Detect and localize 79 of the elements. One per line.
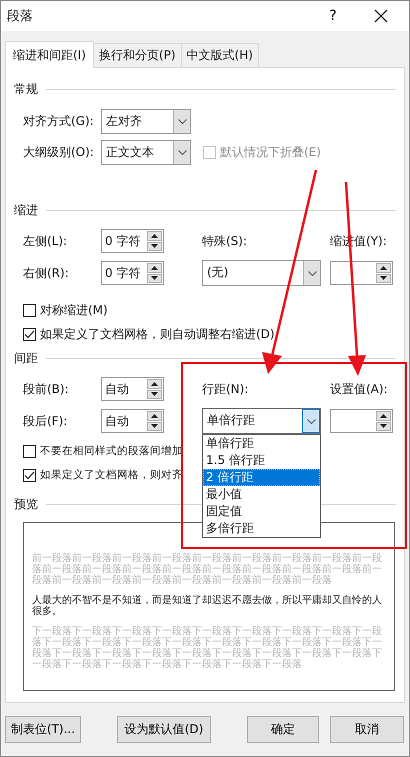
field-label: 右侧(R):	[23, 264, 70, 282]
checkbox[interactable]	[23, 328, 36, 340]
help-button[interactable]: ?	[313, 1, 353, 31]
dialog-button[interactable]: 设为默认值(D)	[117, 716, 211, 743]
checkbox-label: 对称缩进(M)	[40, 302, 108, 318]
down-arrow-icon	[151, 392, 158, 396]
dropdown-option[interactable]: 单倍行距	[203, 435, 320, 452]
chevron-down-icon	[178, 119, 186, 124]
spin-up-button[interactable]	[147, 379, 162, 388]
field-label: 对齐方式(G):	[23, 113, 95, 130]
field-label: 段后(F):	[23, 412, 68, 430]
spin-down-button[interactable]	[147, 242, 162, 251]
spin-field[interactable]: 0 字符	[101, 261, 164, 285]
window-title: 段落	[7, 8, 34, 25]
spin-up-button[interactable]	[147, 263, 162, 272]
spin-down-button[interactable]	[147, 422, 162, 431]
up-arrow-icon	[380, 414, 387, 418]
dropdown[interactable]: 左对齐	[101, 109, 191, 134]
dialog-button[interactable]: 确定	[247, 716, 319, 743]
chevron-down-icon	[178, 150, 186, 155]
field-label: 设置值(A):	[330, 380, 389, 398]
down-arrow-icon	[380, 276, 387, 280]
up-arrow-icon	[151, 382, 158, 386]
checkbox-label: 默认情况下折叠(E)	[220, 144, 321, 161]
preview-text: 下一段落下一段落下一段落下一段落下一段落下一段落下一段落下一段落下一段落下一段落下一段落下一段落下一段落下一段落下一段落下一段落下一段落下一段落下一段落下一段落下一段落下一段落下一段落下一段落下一段落下一段落下一段落下一段落下一段落下一段落下一段落下一段落下一段落	[32, 626, 383, 670]
down-arrow-icon	[380, 424, 387, 428]
up-arrow-icon	[151, 234, 158, 238]
spin-field[interactable]	[330, 409, 393, 433]
spin-field[interactable]	[330, 261, 393, 285]
dropdown-option[interactable]: 多倍行距	[203, 520, 320, 537]
up-arrow-icon	[151, 414, 158, 418]
field-label: 大纲级别(O):	[23, 144, 95, 161]
section-heading: 间距	[14, 350, 38, 366]
preview-text: 前一段落前一段落前一段落前一段落前一段落前一段落前一段落前一段落前一段落前一段落前一段落前一段落前一段落前一段落前一段落前一段落前一段落前一段落前一段落前一段落前一段落前一段落前一段落前一段落前一段落	[32, 553, 383, 586]
tab[interactable]: 缩进和间距(I)	[5, 41, 94, 68]
section-heading: 缩进	[14, 202, 38, 218]
dropdown-option[interactable]: 最小值	[203, 486, 320, 503]
checkbox-label: 如果定义了文档网格，则对齐	[40, 468, 183, 482]
spin-down-button[interactable]	[147, 274, 162, 283]
checkbox[interactable]	[23, 444, 36, 458]
checkbox-label: 如果定义了文档网格，则自动调整右缩进(D)	[40, 326, 275, 342]
checkbox[interactable]	[23, 468, 36, 482]
dialog-button[interactable]: 取消	[330, 716, 404, 743]
dropdown-option[interactable]: 2 倍行距	[203, 469, 320, 486]
field-label: 左侧(L):	[23, 232, 68, 250]
close-icon	[374, 9, 388, 23]
checkbox[interactable]	[23, 304, 36, 316]
field-label: 特殊(S):	[202, 232, 248, 250]
spin-up-button[interactable]	[376, 411, 391, 420]
down-arrow-icon	[151, 244, 158, 248]
spin-up-button[interactable]	[376, 263, 391, 272]
checkmark-icon	[24, 470, 35, 480]
dropdown-option[interactable]: 固定值	[203, 503, 320, 520]
dropdown[interactable]: 正文文本	[101, 140, 191, 165]
spin-field[interactable]: 0 字符	[101, 229, 164, 253]
up-arrow-icon	[380, 266, 387, 270]
spin-up-button[interactable]	[147, 411, 162, 420]
spin-up-button[interactable]	[147, 231, 162, 240]
chevron-down-icon	[308, 270, 316, 276]
dropdown[interactable]: (无)	[202, 260, 321, 286]
preview-text: 人最大的不智不是不知道，而是知道了却迟迟不愿去做，所以平庸却又自怜的人很多。	[32, 595, 383, 617]
tab[interactable]: 中文版式(H)	[180, 43, 259, 67]
chevron-down-icon	[306, 418, 316, 424]
spin-field[interactable]: 自动	[101, 377, 164, 401]
dropdown-option[interactable]: 1.5 倍行距	[203, 452, 320, 469]
spin-field[interactable]: 自动	[101, 409, 164, 433]
spin-down-button[interactable]	[147, 390, 162, 399]
dialog-button[interactable]: 制表位(T)...	[5, 716, 81, 743]
field-label: 行距(N):	[202, 380, 250, 398]
section-heading: 常规	[14, 80, 38, 98]
spin-down-button[interactable]	[376, 422, 391, 431]
field-label: 段前(B):	[23, 380, 70, 398]
down-arrow-icon	[151, 276, 158, 280]
spin-down-button[interactable]	[376, 274, 391, 283]
up-arrow-icon	[151, 266, 158, 270]
dropdown[interactable]: 单倍行距	[202, 408, 321, 434]
down-arrow-icon	[151, 424, 158, 428]
section-heading: 预览	[14, 496, 38, 512]
checkmark-icon	[24, 330, 35, 338]
